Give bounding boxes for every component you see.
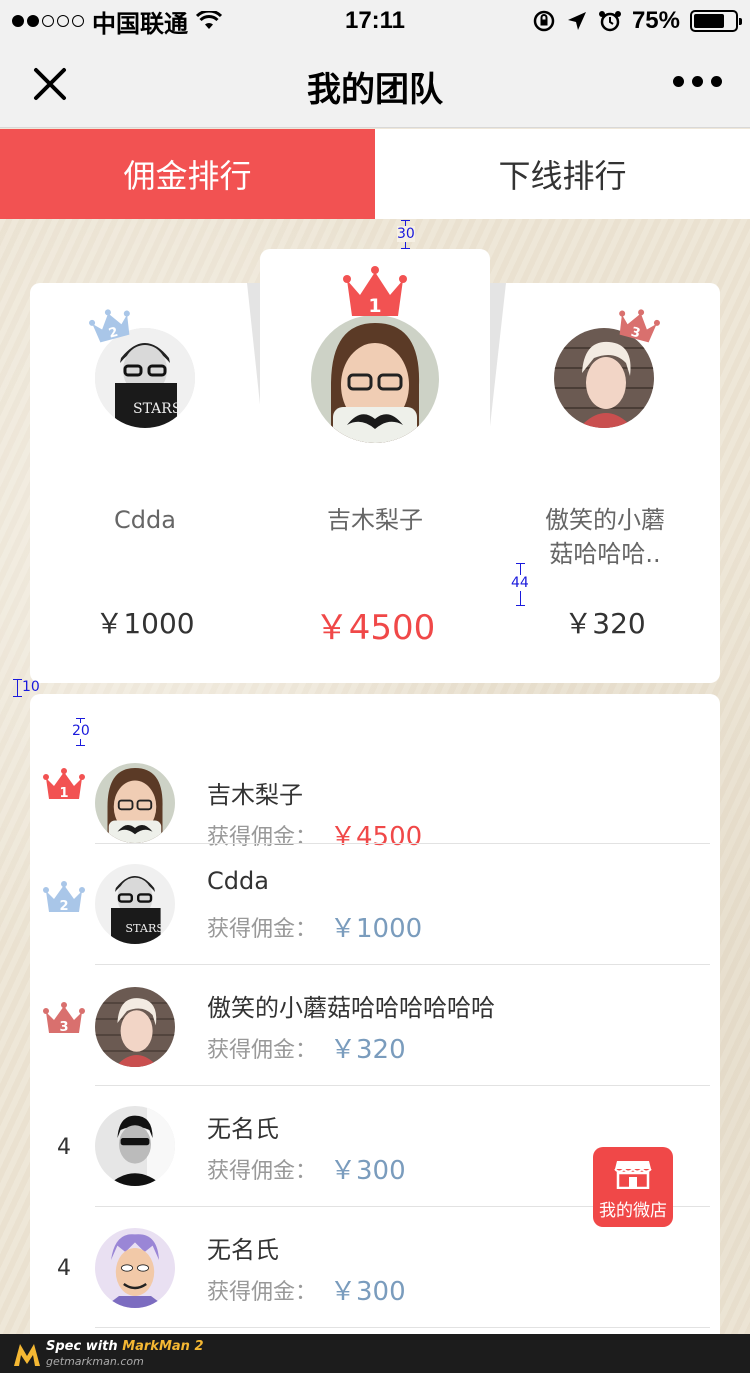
spec-line	[516, 563, 525, 564]
commission-label: 获得佣金：	[207, 1280, 318, 1305]
list-item[interactable]: 1 吉木梨子 获得佣金： ￥4500	[30, 723, 720, 852]
list-item[interactable]: 3 傲笑的小蘑菇哈哈哈哈哈哈 获得佣金： ￥320	[30, 965, 720, 1086]
tab-commission-ranking[interactable]: 佣金排行	[0, 129, 375, 219]
podium-first-amount: ￥4500	[314, 608, 436, 648]
spec-label: 10	[22, 679, 40, 695]
commission-amount: ￥300	[330, 1277, 406, 1307]
avatar-third[interactable]	[554, 328, 654, 428]
svg-text:1: 1	[59, 786, 68, 801]
member-name: 无名氏	[207, 1236, 279, 1264]
svg-text:1: 1	[368, 295, 381, 317]
commission-label: 获得佣金：	[207, 1159, 318, 1184]
commission-amount: ￥320	[330, 1035, 406, 1065]
spec-label: 44	[511, 575, 529, 591]
list-item[interactable]: 2 STARS Cdda 获得佣金： ￥1000	[30, 844, 720, 965]
podium-first-name: 吉木梨子	[327, 506, 423, 534]
alarm-icon	[598, 11, 621, 32]
svg-text:STARS: STARS	[133, 401, 181, 417]
crown-gold-icon: 1	[43, 768, 85, 801]
tab-bar: 佣金排行 下线排行	[0, 129, 750, 219]
spec-line	[516, 605, 525, 606]
svg-text:3: 3	[59, 1020, 68, 1035]
location-icon	[567, 12, 586, 30]
commission-label: 获得佣金：	[207, 917, 318, 942]
podium-second-name: Cdda	[114, 506, 176, 534]
my-shop-label: 我的微店	[599, 1201, 667, 1221]
crown-bronze-icon: 3	[43, 1002, 85, 1035]
markman-logo-icon	[14, 1343, 40, 1366]
rank-number: 4	[57, 1135, 71, 1160]
spec-with-label: Spec with	[46, 1338, 123, 1354]
status-bar: 中国联通 17:11 75%	[0, 0, 750, 42]
battery-percent: 75%	[631, 7, 680, 34]
commission-amount: ￥300	[330, 1156, 406, 1186]
avatar: STARS	[95, 864, 175, 944]
spec-line	[13, 679, 22, 680]
avatar	[95, 763, 175, 843]
ranking-list: 20 1 吉木梨子 获得佣金： ￥4500 2 STARS Cdda 获得佣金：…	[30, 694, 720, 1354]
my-shop-button[interactable]: 我的微店	[593, 1147, 673, 1227]
crown-bronze-icon: 3	[619, 309, 660, 343]
crown-silver-icon: 2	[43, 881, 85, 914]
podium-third-name-line2: 菇哈哈哈..	[549, 540, 661, 568]
crown-silver-icon: 2	[89, 309, 130, 343]
avatar	[95, 1106, 175, 1186]
spec-line	[13, 696, 22, 697]
svg-text:STARS: STARS	[125, 922, 164, 935]
storefront-icon	[614, 1161, 652, 1190]
site-label: getmarkman.com	[46, 1354, 144, 1368]
member-name: 无名氏	[207, 1115, 279, 1143]
page-title: 我的团队	[307, 70, 443, 110]
svg-text:2: 2	[59, 899, 68, 914]
podium-third-name: 傲笑的小蘑 菇哈哈哈..	[490, 503, 720, 571]
crown-gold-icon: 1	[343, 266, 407, 317]
spec-label: 30	[397, 226, 415, 242]
member-name: Cdda	[207, 867, 269, 895]
podium-second-amount: ￥1000	[95, 607, 195, 640]
member-name: 傲笑的小蘑菇哈哈哈哈哈哈	[207, 994, 495, 1022]
rotation-lock-icon	[533, 10, 555, 32]
avatar	[95, 1228, 175, 1308]
avatar-second[interactable]: STARS	[95, 328, 195, 428]
member-name: 吉木梨子	[207, 781, 303, 809]
nav-bar: 我的团队	[0, 42, 750, 128]
divider	[95, 1327, 710, 1328]
commission-label: 获得佣金：	[207, 1038, 318, 1063]
avatar-first[interactable]	[311, 315, 439, 443]
spec-line	[401, 220, 410, 221]
avatar	[95, 987, 175, 1067]
tab-downline-ranking[interactable]: 下线排行	[375, 129, 750, 219]
rank-number: 4	[57, 1256, 71, 1281]
brand-label: MarkMan 2	[122, 1338, 204, 1354]
spec-line	[76, 718, 85, 719]
battery-icon	[690, 10, 742, 32]
spec-line	[17, 679, 18, 697]
podium-third-amount: ￥320	[564, 607, 646, 640]
podium-third-name-line1: 傲笑的小蘑	[545, 506, 665, 534]
more-icon[interactable]	[673, 76, 722, 87]
commission-amount: ￥1000	[330, 914, 423, 944]
markman-footer: Spec with MarkMan 2 getmarkman.com	[0, 1334, 750, 1373]
